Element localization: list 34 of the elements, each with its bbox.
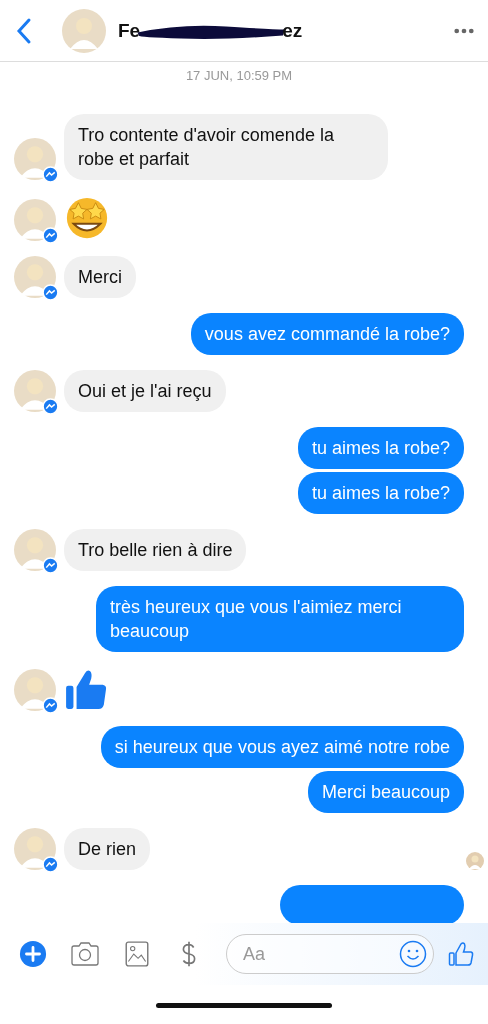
message-bubble: Tro belle rien à dire (64, 529, 247, 571)
message-bubble: Merci (64, 256, 136, 298)
thumbs-up-icon[interactable] (448, 940, 474, 968)
message-bubble: très heureux que vous l'aimiez merci beaucoup (96, 586, 464, 652)
avatar (62, 8, 106, 53)
contact-name: Fe (118, 19, 141, 42)
message-bubble: tu aimes la robe? (297, 427, 464, 469)
message-input[interactable]: Aa (226, 934, 434, 974)
messenger-badge-icon (42, 398, 59, 415)
star-eyes-emoji-icon (64, 195, 110, 241)
add-icon[interactable] (18, 940, 48, 968)
message-bubble: De rien (64, 828, 151, 870)
avatar (14, 256, 56, 298)
messenger-badge-icon (42, 557, 59, 574)
messenger-badge-icon (42, 284, 59, 301)
message-bubble: tu aimes la robe? (297, 472, 464, 514)
avatar (14, 370, 56, 412)
contact-name: ez (282, 19, 303, 42)
messenger-badge-icon (42, 697, 59, 714)
avatar (14, 138, 56, 180)
message-bubble: si heureux que vous ayez aimé notre robe (100, 726, 464, 768)
message-bubble: vous avez commandé la robe? (190, 313, 464, 355)
message-bubble: Tro contente d'avoir comende la robe et parfait (64, 114, 388, 180)
more-icon[interactable] (454, 27, 474, 34)
messenger-badge-icon (42, 166, 59, 183)
message-bubble: Oui et je l'ai reçu (64, 370, 226, 412)
camera-icon[interactable] (70, 940, 100, 968)
messenger-badge-icon (42, 856, 59, 873)
avatar (14, 828, 56, 870)
message-bubble: Merci beaucoup (307, 771, 464, 813)
emoji-icon[interactable] (399, 940, 427, 968)
avatar (14, 529, 56, 571)
messenger-badge-icon (42, 227, 59, 244)
timestamp: 17 JUN, 10:59 PM (184, 68, 294, 83)
